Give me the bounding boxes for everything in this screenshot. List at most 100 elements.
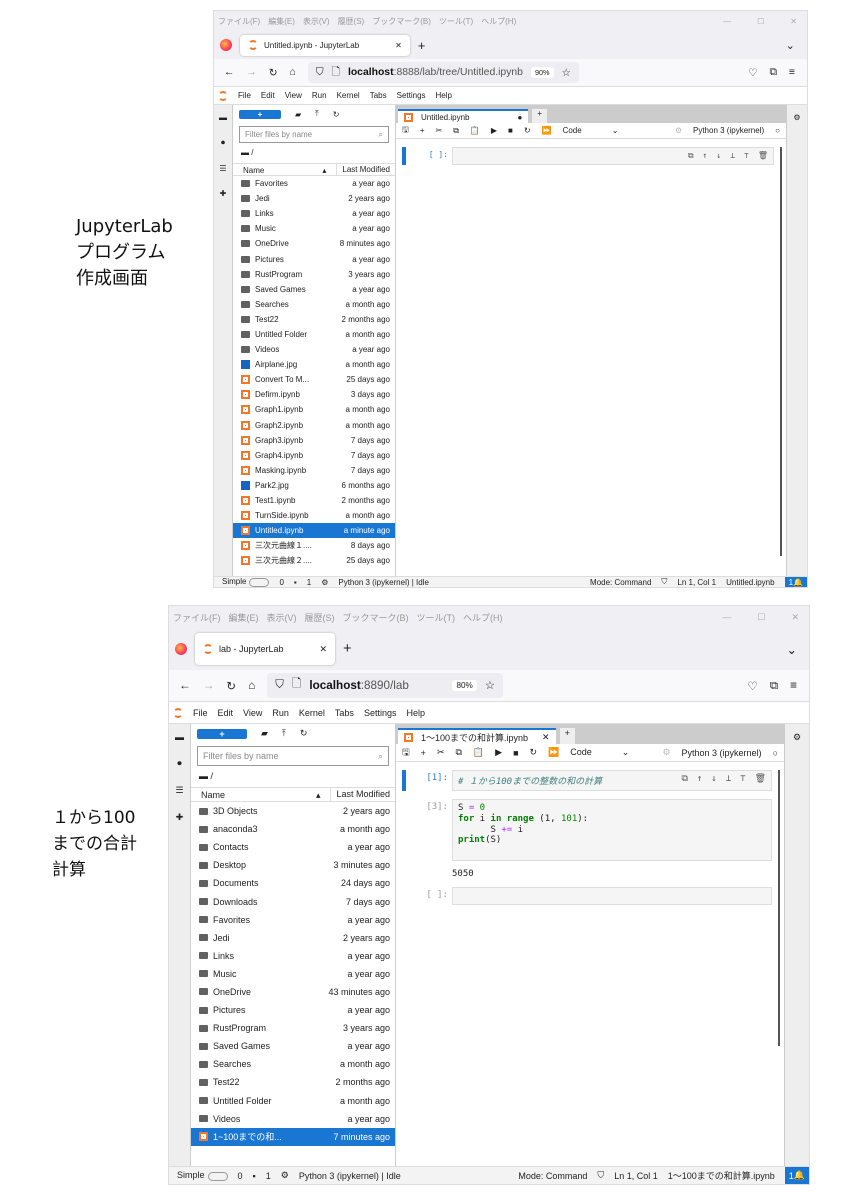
stop-icon[interactable]: ■	[508, 126, 513, 135]
file-row[interactable]: Downloads 7 days ago	[191, 892, 395, 910]
property-inspector-gears-icon[interactable]: ⚙	[793, 732, 801, 1166]
cell-type-select[interactable]: Code ⌄	[570, 747, 629, 758]
extensions-puzzle-icon[interactable]: ✚	[176, 812, 184, 823]
restart-icon[interactable]: ↻	[524, 126, 531, 135]
cell-editor[interactable]: S = 0 for i in range (1, 101): S += i prin…	[452, 799, 772, 861]
column-name-header[interactable]: Name ▴	[233, 164, 338, 175]
file-row[interactable]: Airplane.jpg a month ago	[233, 357, 395, 372]
move-up-icon[interactable]: ↑	[703, 151, 708, 161]
refresh-icon[interactable]: ↻	[300, 728, 308, 739]
file-row[interactable]: OneDrive 8 minutes ago	[233, 236, 395, 251]
bookmark-star-icon[interactable]: ☆	[485, 678, 495, 692]
os-menu-item[interactable]: ファイル(F)	[218, 16, 260, 27]
file-row[interactable]: Defirm.ipynb 3 days ago	[233, 387, 395, 402]
move-down-icon[interactable]: ↓	[716, 151, 721, 161]
file-row[interactable]: Links a year ago	[233, 206, 395, 221]
file-row[interactable]: Test22 2 months ago	[191, 1073, 395, 1091]
os-menu-item[interactable]: 表示(V)	[303, 16, 330, 27]
home-icon[interactable]: ⌂	[248, 679, 255, 692]
menu-settings[interactable]: Settings	[397, 91, 426, 100]
file-row[interactable]: Graph4.ipynb 7 days ago	[233, 448, 395, 463]
new-launcher-button[interactable]: +	[239, 109, 281, 119]
os-menu-item[interactable]: 履歴(S)	[338, 16, 365, 27]
menu-edit[interactable]: Edit	[218, 708, 234, 718]
duplicate-icon[interactable]: ⧉	[688, 151, 694, 161]
tab-list-chevron-icon[interactable]: ⌄	[786, 642, 797, 657]
stop-icon[interactable]: ■	[513, 748, 518, 758]
file-row[interactable]: Graph2.ipynb a month ago	[233, 418, 395, 433]
upload-icon[interactable]: ⤒	[315, 109, 319, 119]
toc-icon[interactable]: ☰	[219, 164, 226, 173]
os-menu-item[interactable]: ファイル(F)	[173, 611, 221, 624]
os-menu-item[interactable]: 履歴(S)	[305, 611, 335, 624]
file-row[interactable]: Contacts a year ago	[191, 838, 395, 856]
file-row[interactable]: Graph3.ipynb 7 days ago	[233, 433, 395, 448]
file-row[interactable]: Links a year ago	[191, 947, 395, 965]
folder-icon[interactable]: ▬	[199, 771, 211, 781]
menu-help[interactable]: Help	[406, 708, 425, 718]
duplicate-icon[interactable]: ⧉	[681, 774, 687, 787]
os-menu-item[interactable]: 編集(E)	[268, 16, 295, 27]
menu-kernel[interactable]: Kernel	[299, 708, 325, 718]
file-row[interactable]: Desktop 3 minutes ago	[191, 856, 395, 874]
kernel-name[interactable]: Python 3 (ipykernel)	[682, 748, 762, 758]
kernel-status[interactable]: Python 3 (ipykernel) | Idle	[338, 578, 429, 587]
column-modified-header[interactable]: Last Modified	[331, 788, 395, 801]
insert-cell-icon[interactable]: +	[421, 748, 426, 758]
file-row[interactable]: Music a year ago	[191, 965, 395, 983]
close-window-icon[interactable]: ✕	[790, 17, 797, 26]
notifications-button[interactable]: 1 🔔	[784, 1167, 809, 1184]
column-name-header[interactable]: Name ▴	[191, 788, 332, 801]
file-row[interactable]: Videos a year ago	[233, 342, 395, 357]
maximize-icon[interactable]: ☐	[757, 612, 765, 623]
extensions-icon[interactable]: ⧉	[770, 67, 777, 79]
file-row[interactable]: Videos a year ago	[191, 1110, 395, 1128]
copy-icon[interactable]: ⧉	[453, 126, 459, 136]
file-row[interactable]: Test1.ipynb 2 months ago	[233, 493, 395, 508]
cell-type-select[interactable]: Code ⌄	[563, 126, 619, 135]
menu-edit[interactable]: Edit	[261, 91, 275, 100]
move-up-icon[interactable]: ↑	[697, 774, 702, 787]
running-icon[interactable]: ⏺	[221, 138, 225, 148]
insert-below-icon[interactable]: ⊤	[740, 774, 745, 787]
move-down-icon[interactable]: ↓	[711, 774, 716, 787]
new-launcher-tab-icon[interactable]: +	[532, 109, 547, 123]
menu-kernel[interactable]: Kernel	[337, 91, 360, 100]
filter-files-input[interactable]: Filter files by name ⌕	[197, 746, 389, 766]
toggle-switch[interactable]	[207, 1171, 228, 1181]
file-row[interactable]: OneDrive 43 minutes ago	[191, 983, 395, 1001]
new-tab-icon[interactable]: +	[343, 641, 351, 657]
upload-icon[interactable]: ⤒	[282, 728, 286, 739]
insert-below-icon[interactable]: ⊤	[744, 151, 749, 161]
property-inspector-gears-icon[interactable]: ⚙	[793, 113, 800, 576]
save-icon[interactable]: 🖫	[402, 124, 409, 138]
os-menu-item[interactable]: ツール(T)	[439, 16, 473, 27]
pocket-icon[interactable]: ♡	[747, 679, 757, 693]
home-icon[interactable]: ⌂	[290, 67, 296, 78]
restart-icon[interactable]: ↻	[530, 747, 538, 758]
forward-icon[interactable]: →	[246, 67, 256, 78]
menu-view[interactable]: View	[243, 708, 262, 718]
refresh-icon[interactable]: ↻	[333, 110, 340, 119]
file-row[interactable]: 三次元曲線２.... 25 days ago	[233, 553, 395, 568]
close-tab-icon[interactable]: ✕	[320, 644, 328, 655]
menu-tabs[interactable]: Tabs	[370, 91, 387, 100]
cell-editor[interactable]	[452, 886, 772, 905]
cut-icon[interactable]: ✂	[437, 747, 445, 758]
file-row[interactable]: TurnSide.ipynb a month ago	[233, 508, 395, 523]
url-bar[interactable]: ⛉ 🗋 localhost:8888/lab/tree/Untitled.ipynb…	[307, 61, 579, 84]
column-modified-header[interactable]: Last Modified	[337, 164, 395, 175]
notebook-cell[interactable]: [1]: # １から100までの整数の和の計算 ⧉ ↑ ↓ ⊥ ⊤ 🗑	[396, 770, 784, 791]
file-row[interactable]: Pictures a year ago	[233, 251, 395, 266]
file-row[interactable]: Saved Games a year ago	[191, 1037, 395, 1055]
minimize-icon[interactable]: —	[722, 612, 731, 623]
forward-icon[interactable]: →	[203, 679, 215, 692]
notebook-scrollbar[interactable]	[780, 147, 782, 556]
cell-editor[interactable]: ⧉ ↑ ↓ ⊥ ⊤ 🗑	[452, 147, 774, 165]
notebook-cell[interactable]: [ ]:	[396, 886, 784, 905]
insert-above-icon[interactable]: ⊥	[726, 774, 731, 787]
file-row[interactable]: 3D Objects 2 years ago	[191, 802, 395, 820]
close-tab-icon[interactable]: ✕	[395, 41, 402, 50]
extensions-icon[interactable]: ⧉	[770, 679, 778, 693]
file-row[interactable]: Untitled Folder a month ago	[191, 1092, 395, 1110]
